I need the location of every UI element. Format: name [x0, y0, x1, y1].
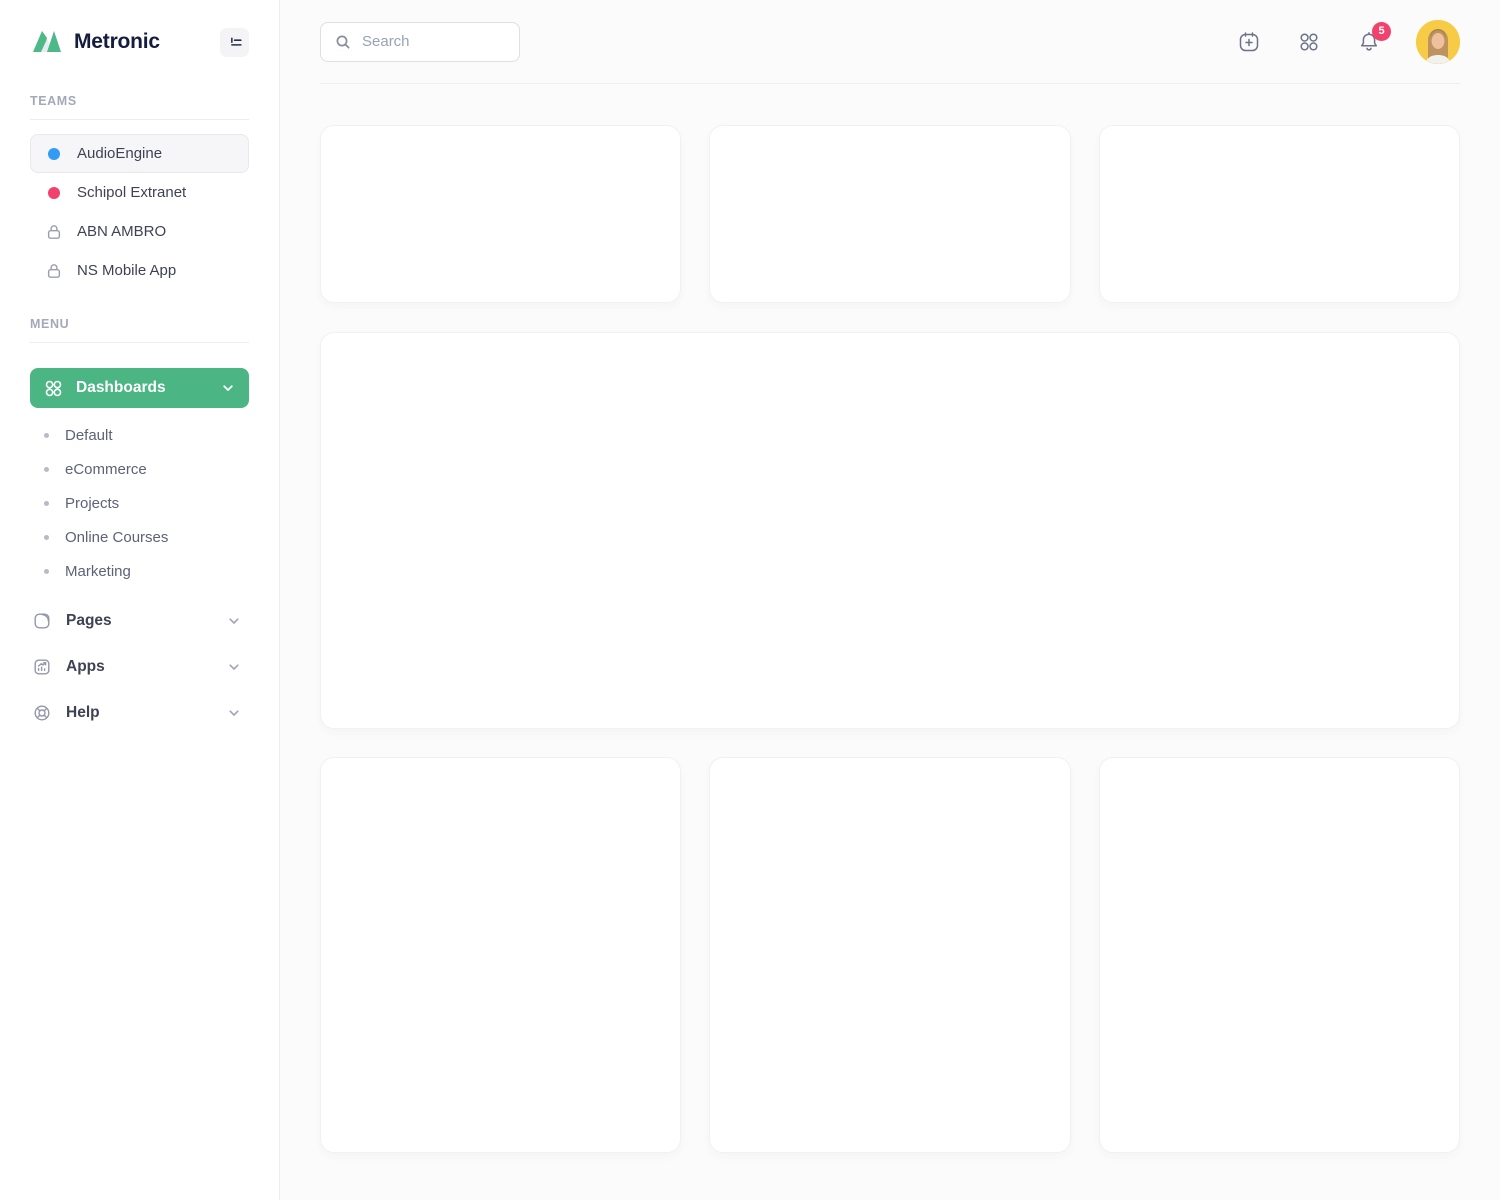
notifications-button[interactable]: 5 [1356, 21, 1391, 55]
team-label: Schipol Extranet [77, 184, 187, 201]
divider [30, 119, 249, 120]
notification-badge: 5 [1372, 21, 1391, 41]
apps-grid-button[interactable] [1296, 29, 1322, 55]
topbar: 5 [320, 0, 1460, 84]
menu-section-label: MENU [30, 317, 70, 331]
sidebar-item-apps[interactable]: Apps [30, 644, 249, 690]
nav-label: Help [66, 704, 100, 721]
chevron-down-icon [227, 706, 241, 720]
submenu-label: Default [65, 426, 113, 444]
sidebar-item-help[interactable]: Help [30, 690, 249, 736]
bullet-icon [44, 568, 49, 574]
team-label: ABN AMBRO [77, 223, 167, 240]
placeholder-card [709, 757, 1071, 1153]
bullet-icon [44, 500, 49, 506]
team-label: AudioEngine [77, 145, 163, 162]
logo-row: Metronic [30, 24, 249, 60]
topbar-actions: 5 [1236, 19, 1460, 64]
chart-icon [32, 657, 52, 677]
team-list: AudioEngine Schipol Extranet ABN AMBRO N… [30, 134, 249, 290]
submenu-label: Online Courses [65, 528, 169, 546]
submenu-item-marketing[interactable]: Marketing [30, 554, 249, 588]
team-label: NS Mobile App [77, 262, 177, 279]
user-avatar[interactable] [1416, 19, 1460, 64]
nav-label: Pages [66, 612, 112, 629]
team-color-dot [46, 186, 62, 199]
placeholder-card [709, 125, 1071, 303]
nav-label: Apps [66, 658, 105, 675]
add-new-button[interactable] [1236, 29, 1262, 55]
team-item-ns-mobile-app[interactable]: NS Mobile App [30, 251, 249, 290]
sidebar: Metronic TEAMS AudioEngine Schipol Extra… [0, 0, 280, 1200]
logo[interactable]: Metronic [30, 25, 160, 59]
app-title: Metronic [74, 30, 160, 53]
chevron-down-icon [221, 381, 235, 395]
search-icon [334, 33, 352, 51]
divider [30, 342, 249, 343]
plus-square-icon [1236, 29, 1262, 55]
cards-row-bottom [320, 757, 1460, 1153]
submenu-item-projects[interactable]: Projects [30, 486, 249, 520]
dashboards-submenu: Default eCommerce Projects Online Course… [30, 418, 249, 588]
submenu-label: Marketing [65, 562, 131, 580]
placeholder-card [1098, 757, 1460, 1153]
submenu-label: eCommerce [65, 460, 147, 478]
apps-grid-icon [1296, 29, 1322, 55]
page-icon [32, 611, 52, 631]
team-item-abn-ambro[interactable]: ABN AMBRO [30, 212, 249, 251]
submenu-label: Projects [65, 494, 120, 512]
collapse-icon [226, 33, 244, 51]
bullet-icon [44, 432, 49, 438]
submenu-item-online-courses[interactable]: Online Courses [30, 520, 249, 554]
metronic-logo-icon [30, 25, 64, 59]
lock-icon [46, 223, 62, 241]
main-area: 5 [280, 0, 1500, 1200]
lock-icon [46, 262, 62, 280]
team-item-audioengine[interactable]: AudioEngine [30, 134, 249, 173]
search-input[interactable] [362, 33, 506, 50]
team-color-dot [46, 147, 62, 160]
chevron-down-icon [227, 660, 241, 674]
team-item-schipol-extranet[interactable]: Schipol Extranet [30, 173, 249, 212]
lifebuoy-icon [32, 703, 52, 723]
sidebar-item-dashboards[interactable]: Dashboards [30, 368, 249, 408]
submenu-item-ecommerce[interactable]: eCommerce [30, 452, 249, 486]
placeholder-card-wide [320, 332, 1460, 729]
placeholder-card [320, 125, 682, 303]
placeholder-card [320, 757, 682, 1153]
search-box[interactable] [320, 21, 520, 62]
submenu-item-default[interactable]: Default [30, 418, 249, 452]
placeholder-card [1098, 125, 1460, 303]
cards-row-top [320, 125, 1460, 303]
bullet-icon [44, 534, 49, 540]
dashboard-content [320, 84, 1460, 1153]
sidebar-item-pages[interactable]: Pages [30, 598, 249, 644]
bullet-icon [44, 466, 49, 472]
sidebar-collapse-button[interactable] [220, 27, 249, 57]
dashboards-label: Dashboards [76, 379, 166, 396]
chevron-down-icon [227, 614, 241, 628]
teams-section-label: TEAMS [30, 94, 77, 108]
grid-icon [44, 379, 63, 398]
